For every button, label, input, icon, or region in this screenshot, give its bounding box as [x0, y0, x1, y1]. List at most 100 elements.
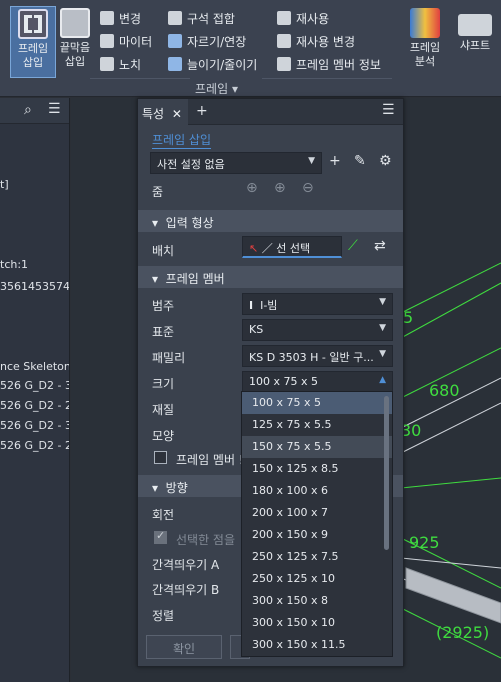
- chevron-down-icon: ▾: [231, 82, 238, 96]
- frame-member-checkbox-label: 프레임 멤버 !: [176, 453, 244, 467]
- frame-analysis-button[interactable]: 프레임 분석: [402, 6, 448, 78]
- lengthen-shorten-icon: [168, 57, 182, 71]
- dimension-label: 5: [403, 308, 413, 327]
- selected-point-checkbox[interactable]: ✓: [154, 529, 167, 544]
- list-item[interactable]: 250 x 125 x 10: [242, 568, 392, 590]
- size-dropdown[interactable]: 100 x 75 x 5 ▲: [242, 371, 393, 393]
- dimension-label: (2925): [436, 623, 489, 642]
- dimension-label: 680: [429, 381, 460, 400]
- lengthen-shorten-button[interactable]: 늘이기/줄이기: [168, 54, 257, 74]
- list-item[interactable]: 200 x 150 x 9: [242, 524, 392, 546]
- zoom-out-icon[interactable]: ⊖: [302, 180, 314, 196]
- ribbon-divider: [262, 78, 392, 79]
- frame-insert-icon: [18, 9, 48, 39]
- standard-dropdown[interactable]: KS ▼: [242, 319, 393, 341]
- frame-member-checkbox[interactable]: [154, 451, 167, 464]
- change-reuse-icon: [277, 34, 291, 48]
- family-dropdown[interactable]: KS D 3503 H - 일반 구... ▼: [242, 345, 393, 367]
- cursor-arrow-icon: ↖: [249, 242, 259, 255]
- category-dropdown[interactable]: I I-빔 ▼: [242, 293, 393, 315]
- chevron-down-icon: ▼: [379, 323, 386, 333]
- dimension-label: 30: [401, 421, 421, 440]
- change-button[interactable]: 변경: [100, 8, 141, 28]
- chevron-up-icon: ▲: [379, 375, 386, 385]
- ribbon: 프레임 삽입 끝막음 삽입 변경 마이터 노치 구석 접합 자르기/연장 늘이기…: [0, 0, 501, 97]
- end-cap-insert-button[interactable]: 끝막음 삽입: [52, 6, 98, 78]
- list-item[interactable]: 250 x 125 x 7.5: [242, 546, 392, 568]
- list-item[interactable]: 300 x 150 x 11.5: [242, 634, 392, 656]
- frame-member-info-button[interactable]: 프레임 멤버 정보: [277, 54, 381, 74]
- change-reuse-button[interactable]: 재사용 변경: [277, 31, 355, 51]
- offset-a-label: 간격띄우기 A: [152, 558, 220, 572]
- rotate-label: 회전: [152, 508, 175, 522]
- list-item[interactable]: 300 x 150 x 8: [242, 590, 392, 612]
- notch-button[interactable]: 노치: [100, 54, 141, 74]
- notch-icon: [100, 57, 114, 71]
- placement-mode-icon[interactable]: ⟋: [348, 238, 358, 254]
- browser-row[interactable]: 526 G_D2 - 2: [0, 439, 69, 452]
- list-item[interactable]: 180 x 100 x 6: [242, 480, 392, 502]
- close-icon[interactable]: ✕: [172, 107, 182, 121]
- frame-analysis-icon: [410, 8, 440, 38]
- offset-b-label: 간격띄우기 B: [152, 583, 220, 597]
- browser-row[interactable]: 35614535748:1: [0, 280, 69, 293]
- palette-title-link[interactable]: 프레임 삽입: [152, 131, 212, 149]
- ribbon-group-frame-label[interactable]: 프레임 ▾: [195, 80, 238, 97]
- search-icon[interactable]: ⌕: [24, 102, 32, 118]
- chevron-down-icon: ▼: [308, 156, 315, 166]
- appearance-label: 모양: [152, 429, 175, 443]
- browser-row[interactable]: tch:1: [0, 258, 28, 271]
- reuse-icon: [277, 11, 291, 25]
- shaft-icon: [458, 14, 492, 36]
- browser-row[interactable]: 526 G_D2 - 3: [0, 419, 69, 432]
- list-item[interactable]: 100 x 75 x 5: [242, 392, 392, 414]
- list-scrollbar[interactable]: [384, 396, 389, 550]
- ok-button[interactable]: 확인: [146, 635, 222, 659]
- frame-insert-button[interactable]: 프레임 삽입: [10, 6, 56, 78]
- browser-header: ⌕ ☰: [0, 98, 69, 124]
- corner-joint-icon: [168, 11, 182, 25]
- browser-row[interactable]: 526 G_D2 - 3: [0, 379, 69, 392]
- menu-icon[interactable]: ☰: [48, 101, 61, 117]
- category-label: 범주: [152, 299, 175, 313]
- check-icon: ✓: [156, 529, 166, 542]
- palette-tab-bar: 특성 ✕ + ☰: [138, 99, 403, 125]
- list-item[interactable]: 150 x 75 x 5.5: [242, 436, 392, 458]
- browser-row[interactable]: nce Skeleton: [0, 360, 69, 373]
- menu-icon[interactable]: ☰: [382, 102, 395, 118]
- trim-extend-button[interactable]: 자르기/연장: [168, 31, 246, 51]
- list-item[interactable]: 125 x 75 x 5.5: [242, 414, 392, 436]
- placement-select-line-button[interactable]: ↖ ／ 선 선택: [242, 236, 342, 258]
- reuse-button[interactable]: 재사용: [277, 8, 329, 28]
- flip-icon[interactable]: ⇄: [374, 238, 386, 254]
- frame-member-info-icon: [277, 57, 291, 71]
- size-label: 크기: [152, 377, 175, 391]
- ribbon-divider: [90, 78, 190, 79]
- align-label: 정렬: [152, 609, 175, 623]
- size-options-list[interactable]: 100 x 75 x 5 125 x 75 x 5.5 150 x 75 x 5…: [241, 391, 393, 657]
- eyedropper-icon[interactable]: ✎: [354, 153, 366, 169]
- section-frame-member[interactable]: ▾ 프레임 멤버: [138, 266, 403, 288]
- add-preset-icon[interactable]: +: [329, 153, 341, 169]
- browser-row[interactable]: 526 G_D2 - 2: [0, 399, 69, 412]
- shaft-button[interactable]: 샤프트: [450, 6, 500, 78]
- browser-row[interactable]: t]: [0, 178, 9, 191]
- chevron-down-icon: ▼: [379, 297, 386, 307]
- trim-extend-icon: [168, 34, 182, 48]
- section-input-shape[interactable]: ▾ 입력 형상: [138, 210, 403, 232]
- miter-icon: [100, 34, 114, 48]
- tab-properties[interactable]: 특성 ✕: [138, 99, 188, 125]
- list-item[interactable]: 300 x 150 x 10: [242, 612, 392, 634]
- line-icon: ／: [261, 242, 273, 255]
- zoom-fit-icon[interactable]: ⊕: [246, 180, 258, 196]
- list-item[interactable]: 150 x 125 x 8.5: [242, 458, 392, 480]
- family-label: 패밀리: [152, 351, 186, 365]
- corner-joint-button[interactable]: 구석 접합: [168, 8, 235, 28]
- list-item[interactable]: 200 x 100 x 7: [242, 502, 392, 524]
- miter-button[interactable]: 마이터: [100, 31, 152, 51]
- add-tab-icon[interactable]: +: [196, 103, 208, 119]
- gear-icon[interactable]: ⚙: [379, 153, 392, 169]
- preset-dropdown[interactable]: 사전 설정 없음 ▼: [150, 152, 322, 174]
- material-label: 재질: [152, 403, 175, 417]
- zoom-in-icon[interactable]: ⊕: [274, 180, 286, 196]
